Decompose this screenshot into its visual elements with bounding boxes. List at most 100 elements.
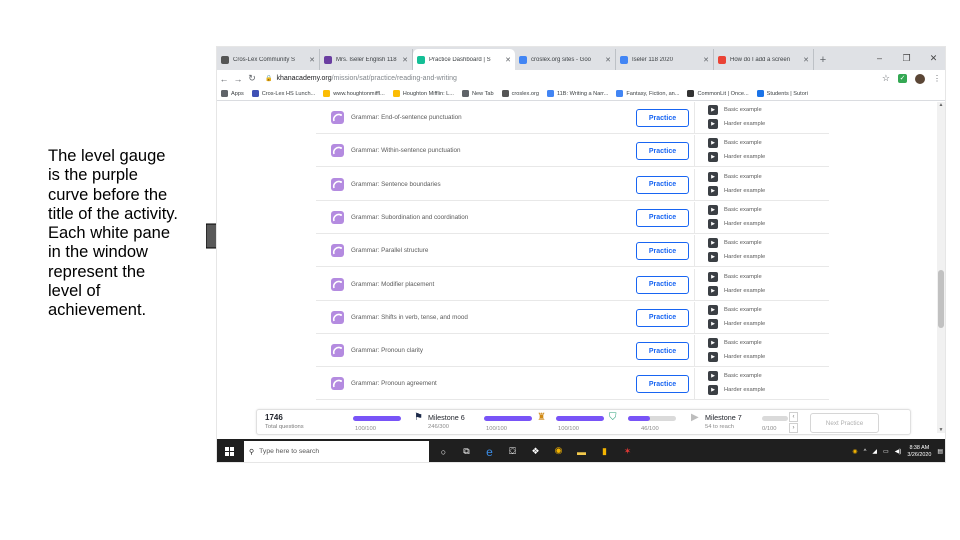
basic-example-link[interactable]: ▶ Basic example: [708, 271, 762, 282]
dropbox-icon[interactable]: ❖: [524, 439, 547, 462]
bookmark-favicon-icon: [546, 90, 554, 97]
windows-start-icon[interactable]: [225, 447, 234, 456]
next-milestone-icon[interactable]: ›: [789, 423, 798, 433]
harder-example-link[interactable]: ▶ Harder example: [708, 285, 765, 296]
tab-close-icon[interactable]: ✕: [402, 56, 408, 64]
url-field[interactable]: 🔒 khanacademy.org/mission/sat/practice/r…: [265, 75, 457, 82]
browser-tab[interactable]: Iseler 118 2020 ✕: [616, 49, 714, 70]
harder-example-link[interactable]: ▶ Harder example: [708, 385, 765, 396]
search-placeholder: Type here to search: [259, 448, 320, 455]
practice-button[interactable]: Practice: [636, 342, 689, 361]
bookmark-item[interactable]: Fantasy, Fiction, an...: [616, 90, 679, 97]
slides-icon[interactable]: ▮: [593, 439, 616, 462]
practice-button[interactable]: Practice: [636, 242, 689, 261]
scroll-up-icon[interactable]: ▲: [937, 102, 945, 108]
app-red-icon[interactable]: ✶: [616, 439, 639, 462]
browser-tab[interactable]: Mrs. Iseler English 118 ✕: [320, 49, 413, 70]
bookmark-item[interactable]: New Tab: [461, 90, 494, 97]
next-practice-button[interactable]: Next Practice: [810, 413, 879, 433]
practice-button[interactable]: Practice: [636, 142, 689, 161]
tab-favicon-icon: [519, 55, 527, 64]
minimize-button[interactable]: –: [866, 47, 893, 70]
skill-title[interactable]: Grammar: Pronoun clarity: [351, 347, 631, 354]
store-icon[interactable]: ⛋: [501, 439, 524, 462]
harder-example-link[interactable]: ▶ Harder example: [708, 185, 765, 196]
prev-milestone-icon[interactable]: ‹: [789, 412, 798, 422]
harder-example-link[interactable]: ▶ Harder example: [708, 252, 765, 263]
skill-title[interactable]: Grammar: Within-sentence punctuation: [351, 147, 631, 154]
browser-tab[interactable]: Practice Dashboard | S ✕: [413, 49, 515, 70]
bookmark-item[interactable]: croslex.org: [501, 90, 539, 97]
practice-button[interactable]: Practice: [636, 275, 689, 294]
harder-example-link[interactable]: ▶ Harder example: [708, 218, 765, 229]
practice-button[interactable]: Practice: [636, 375, 689, 394]
harder-example-link[interactable]: ▶ Harder example: [708, 152, 765, 163]
tray-chevron-icon[interactable]: ^: [864, 449, 867, 455]
taskbar-clock[interactable]: 8:38 AM 3/26/2020: [907, 445, 931, 459]
bookmark-label: Apps: [231, 90, 244, 97]
tab-close-icon[interactable]: ✕: [803, 56, 809, 64]
bookmark-item[interactable]: CommonLit | Once...: [687, 90, 749, 97]
skill-title[interactable]: Grammar: Pronoun agreement: [351, 380, 631, 387]
profile-avatar[interactable]: [915, 73, 925, 84]
reload-icon[interactable]: ↻: [245, 73, 259, 84]
new-tab-button[interactable]: +: [814, 49, 832, 70]
basic-example-link[interactable]: ▶ Basic example: [708, 138, 762, 149]
bookmark-item[interactable]: Cros-Lex HS Lunch...: [251, 90, 315, 97]
practice-button[interactable]: Practice: [636, 208, 689, 227]
practice-button[interactable]: Practice: [636, 109, 689, 127]
browser-tab[interactable]: croslex.org sites - Goo ✕: [515, 49, 616, 70]
taskbar-search-box[interactable]: ⚲ Type here to search: [244, 441, 429, 462]
basic-example-link[interactable]: ▶ Basic example: [708, 304, 762, 315]
battery-icon[interactable]: ▭: [883, 448, 889, 455]
task-view-icon[interactable]: ⧉: [455, 439, 478, 462]
file-explorer-icon[interactable]: ▬: [570, 439, 593, 462]
tab-close-icon[interactable]: ✕: [309, 56, 315, 64]
close-window-button[interactable]: ✕: [920, 47, 945, 70]
bookmark-item[interactable]: Students | Sutori: [756, 90, 808, 97]
harder-example-link[interactable]: ▶ Harder example: [708, 352, 765, 363]
skill-title[interactable]: Grammar: Sentence boundaries: [351, 181, 631, 188]
tab-close-icon[interactable]: ✕: [605, 56, 611, 64]
browser-tab[interactable]: Cros-Lex Community S ✕: [217, 49, 320, 70]
harder-example-link[interactable]: ▶ Harder example: [708, 318, 765, 329]
menu-kebab-icon[interactable]: ⋮: [933, 74, 941, 83]
bookmark-item[interactable]: Houghton Mifflin: L...: [392, 90, 454, 97]
network-icon[interactable]: ◢: [872, 448, 877, 455]
basic-example-link[interactable]: ▶ Basic example: [708, 338, 762, 349]
chrome-icon[interactable]: ◉: [547, 439, 570, 462]
app-tray-icon[interactable]: ◉: [852, 448, 857, 455]
scroll-down-icon[interactable]: ▼: [937, 427, 945, 433]
skill-title[interactable]: Grammar: End-of-sentence punctuation: [351, 114, 631, 121]
harder-example-link[interactable]: ▶ Harder example: [708, 119, 765, 129]
basic-example-link[interactable]: ▶ Basic example: [708, 204, 762, 215]
browser-tab[interactable]: How do I add a screen ✕: [714, 49, 814, 70]
skill-title[interactable]: Grammar: Modifier placement: [351, 281, 631, 288]
notification-icon[interactable]: ▤: [937, 448, 943, 455]
tab-close-icon[interactable]: ✕: [505, 56, 511, 64]
scroll-thumb[interactable]: [938, 270, 944, 328]
bookmark-item[interactable]: Apps: [221, 90, 244, 97]
extension-check-icon[interactable]: ✓: [898, 74, 907, 83]
practice-button[interactable]: Practice: [636, 175, 689, 194]
maximize-button[interactable]: ❐: [893, 47, 920, 70]
edge-icon[interactable]: e: [478, 439, 501, 462]
basic-example-link[interactable]: ▶ Basic example: [708, 171, 762, 182]
skill-title[interactable]: Grammar: Shifts in verb, tense, and mood: [351, 314, 631, 321]
basic-example-link[interactable]: ▶ Basic example: [708, 238, 762, 249]
skill-title[interactable]: Grammar: Subordination and coordination: [351, 214, 631, 221]
basic-example-link[interactable]: ▶ Basic example: [708, 371, 762, 382]
forward-icon[interactable]: →: [231, 74, 245, 84]
practice-button[interactable]: Practice: [636, 308, 689, 327]
back-icon[interactable]: ←: [217, 74, 231, 84]
bookmark-item[interactable]: www.houghtonmiffl...: [323, 90, 385, 97]
bookmark-star-icon[interactable]: ☆: [882, 73, 890, 84]
bookmark-item[interactable]: 11B: Writing a Narr...: [546, 90, 609, 97]
cortana-icon[interactable]: ○: [432, 439, 455, 462]
scrollbar[interactable]: ▲ ▼: [937, 102, 945, 433]
volume-icon[interactable]: ◀): [895, 448, 902, 455]
bookmark-label: 11B: Writing a Narr...: [556, 90, 609, 97]
tab-close-icon[interactable]: ✕: [703, 56, 709, 64]
skill-title[interactable]: Grammar: Parallel structure: [351, 247, 631, 254]
basic-example-link[interactable]: ▶ Basic example: [708, 105, 762, 115]
